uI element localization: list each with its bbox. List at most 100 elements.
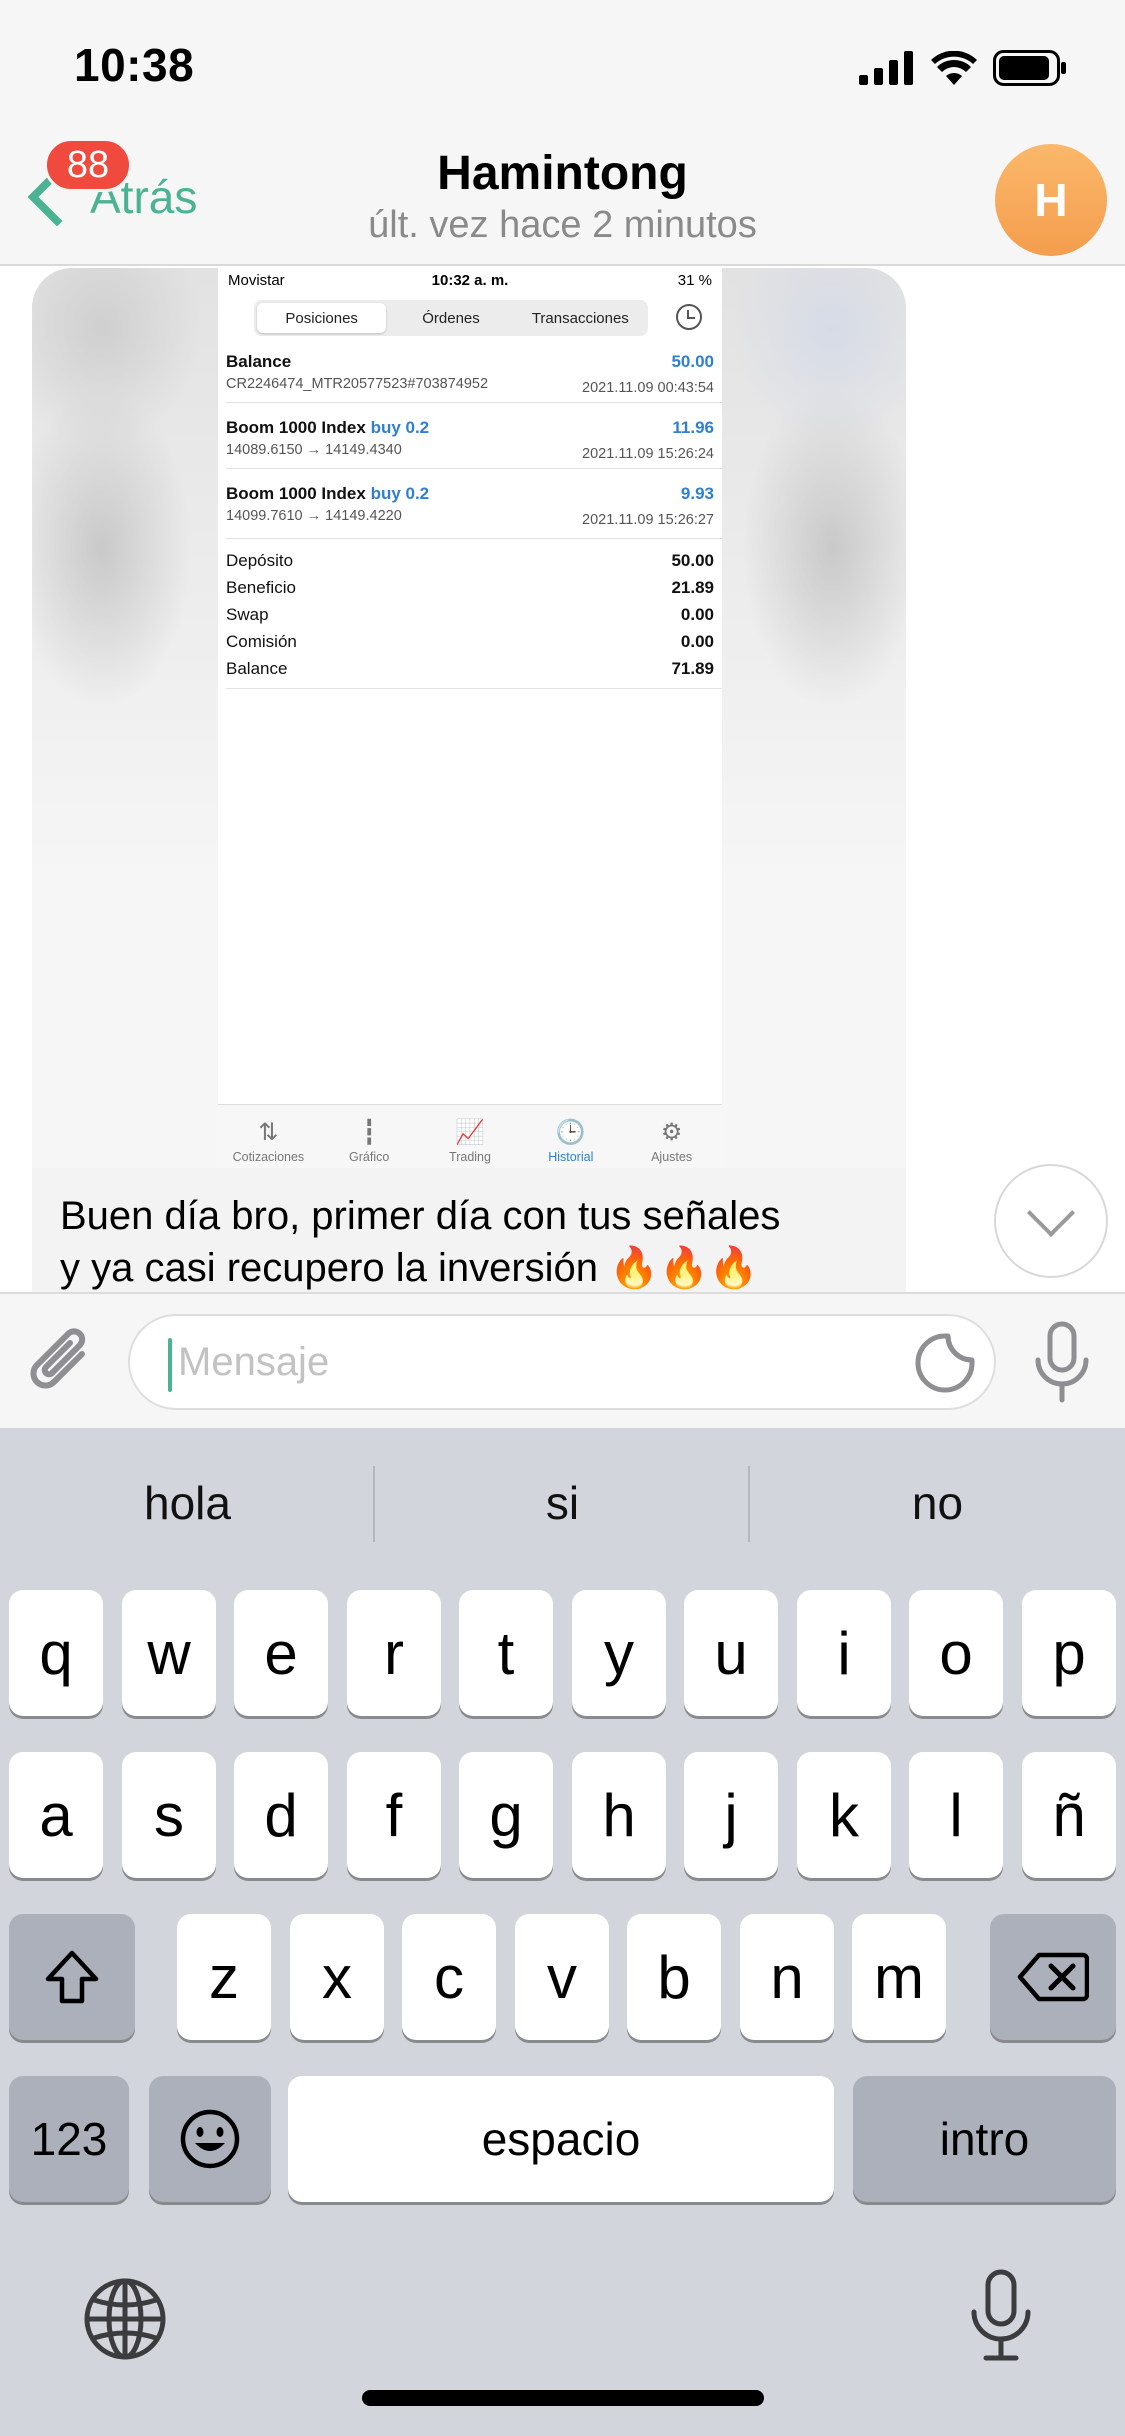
suggestion-item[interactable]: hola [0, 1428, 375, 1578]
candlestick-icon: ┇ [361, 1119, 377, 1146]
avatar[interactable]: H [995, 144, 1107, 256]
backspace-key[interactable] [990, 1914, 1116, 2040]
key-t[interactable]: t [459, 1590, 553, 1716]
message-text-line: Buen día bro, primer día con tus señales [60, 1194, 781, 1238]
key-z[interactable]: z [177, 1914, 271, 2040]
image-row-name: Boom 1000 Index buy 0.2 [226, 418, 430, 437]
key-u[interactable]: u [684, 1590, 778, 1716]
dictation-microphone-icon[interactable] [966, 2268, 1036, 2364]
key-c[interactable]: c [402, 1914, 496, 2040]
image-row-tag: buy 0.2 [370, 484, 430, 503]
image-row: Balance 50.00 CR2246474_MTR20577523#7038… [226, 352, 714, 396]
key-y[interactable]: y [572, 1590, 666, 1716]
summary-row: Swap 0.00 [226, 605, 714, 624]
signal-icon [859, 51, 913, 85]
key-a[interactable]: a [9, 1752, 103, 1878]
chat-title[interactable]: Hamintong [0, 146, 1125, 201]
image-row-date: 2021.11.09 15:26:24 [582, 446, 714, 462]
clock-icon [676, 304, 702, 330]
key-e[interactable]: e [234, 1590, 328, 1716]
shift-icon [45, 1950, 99, 2004]
key-v[interactable]: v [515, 1914, 609, 2040]
home-indicator[interactable] [362, 2390, 764, 2406]
divider [226, 688, 722, 689]
message-input[interactable]: Mensaje [128, 1314, 996, 1410]
key-j[interactable]: j [684, 1752, 778, 1878]
message-placeholder: Mensaje [178, 1340, 330, 1384]
key-h[interactable]: h [572, 1752, 666, 1878]
image-row-value: 9.93 [680, 484, 714, 503]
image-tab-positions: Posiciones [257, 303, 387, 333]
image-row-value: 50.00 [671, 352, 714, 371]
suggestion-item[interactable]: si [375, 1428, 750, 1578]
emoji-key[interactable] [149, 2076, 271, 2202]
image-row-date: 2021.11.09 15:26:27 [582, 512, 714, 528]
key-s[interactable]: s [122, 1752, 216, 1878]
key-r[interactable]: r [347, 1590, 441, 1716]
image-tab-segment: Posiciones Órdenes Transacciones [254, 300, 648, 336]
image-tab-transactions: Transacciones [531, 309, 629, 327]
battery-icon [993, 50, 1066, 86]
chat-area[interactable]: Movistar 10:32 a. m. 31 % Posiciones Órd… [0, 268, 1125, 1292]
scroll-down-button[interactable] [994, 1164, 1108, 1278]
numbers-key[interactable]: 123 [9, 2076, 129, 2202]
key-w[interactable]: w [122, 1590, 216, 1716]
image-nav-trading: 📈 Trading [449, 1119, 491, 1164]
backspace-icon [1017, 1952, 1089, 2002]
text-caret [168, 1338, 172, 1392]
summary-row: Depósito 50.00 [226, 551, 714, 570]
paperclip-icon[interactable] [30, 1324, 100, 1404]
divider [226, 402, 722, 403]
sticker-icon[interactable] [914, 1332, 976, 1394]
message-text-line: y ya casi recupero la inversión 🔥🔥🔥 [60, 1246, 759, 1290]
globe-icon[interactable] [82, 2276, 168, 2362]
key-i[interactable]: i [797, 1590, 891, 1716]
image-row: Boom 1000 Index buy 0.2 11.96 14089.6150… [226, 418, 714, 462]
summary-row: Balance 71.89 [226, 659, 714, 678]
image-row-tag: buy 0.2 [370, 418, 430, 437]
space-key[interactable]: espacio [288, 2076, 834, 2202]
line-chart-icon: 📈 [455, 1119, 485, 1146]
image-row-value: 11.96 [672, 418, 714, 437]
suggestion-item[interactable]: no [750, 1428, 1125, 1578]
microphone-icon[interactable] [1030, 1320, 1094, 1406]
image-row-date: 2021.11.09 00:43:54 [582, 380, 714, 396]
key-l[interactable]: l [909, 1752, 1003, 1878]
image-row-name: Boom 1000 Index buy 0.2 [226, 484, 430, 503]
history-clock-icon: 🕒 [555, 1119, 586, 1146]
key-f[interactable]: f [347, 1752, 441, 1878]
shift-key[interactable] [9, 1914, 135, 2040]
last-seen-status: últ. vez hace 2 minutos [368, 204, 757, 246]
key-o[interactable]: o [909, 1590, 1003, 1716]
message-text: Buen día bro, primer día con tus señales… [32, 1168, 906, 1292]
chevron-down-icon [1026, 1188, 1076, 1238]
emoji-icon [180, 2109, 240, 2169]
key-b[interactable]: b [627, 1914, 721, 2040]
image-row-name: Balance [226, 352, 292, 371]
summary-row: Comisión 0.00 [226, 632, 714, 651]
status-time: 10:38 [74, 39, 195, 91]
key-k[interactable]: k [797, 1752, 891, 1878]
divider [226, 468, 722, 469]
message-image[interactable]: Movistar 10:32 a. m. 31 % Posiciones Órd… [218, 268, 722, 1168]
image-row: Boom 1000 Index buy 0.2 9.93 14099.7610 … [226, 484, 714, 528]
key-q[interactable]: q [9, 1590, 103, 1716]
return-key[interactable]: intro [853, 2076, 1116, 2202]
image-nav-history: 🕒 Historial [548, 1119, 594, 1164]
key-p[interactable]: p [1022, 1590, 1116, 1716]
image-battery: 31 % [677, 272, 712, 289]
key-m[interactable]: m [852, 1914, 946, 2040]
summary-row: Beneficio 21.89 [226, 578, 714, 597]
divider [226, 538, 722, 539]
gear-icon: ⚙ [660, 1119, 683, 1146]
image-nav-settings: ⚙ Ajustes [651, 1119, 693, 1164]
key-d[interactable]: d [234, 1752, 328, 1878]
image-nav-quotes: ⇅ Cotizaciones [232, 1119, 305, 1164]
key-x[interactable]: x [290, 1914, 384, 2040]
key-g[interactable]: g [459, 1752, 553, 1878]
image-tab-bar: ⇅ Cotizaciones ┇ Gráfico 📈 Trading 🕒 Histori… [218, 1104, 722, 1168]
key-n-tilde[interactable]: ñ [1022, 1752, 1116, 1878]
message-input-bar: Mensaje [0, 1292, 1125, 1428]
key-n[interactable]: n [740, 1914, 834, 2040]
message-bubble[interactable]: Movistar 10:32 a. m. 31 % Posiciones Órd… [32, 268, 906, 1292]
